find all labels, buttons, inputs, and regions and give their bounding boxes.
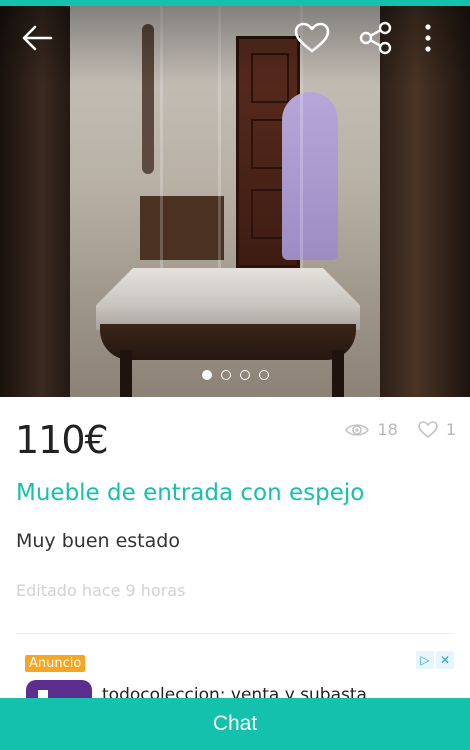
listing-description: Muy buen estado xyxy=(16,530,180,552)
eye-icon xyxy=(345,423,370,436)
heart-icon xyxy=(418,420,438,438)
chat-label: Chat xyxy=(212,712,258,735)
listing-price: 110€ xyxy=(15,418,109,462)
back-button[interactable] xyxy=(17,18,57,58)
photo-pager xyxy=(0,370,470,380)
ad-badge: Anuncio xyxy=(25,655,86,672)
share-icon xyxy=(359,21,392,55)
pager-dot[interactable] xyxy=(201,370,212,380)
chat-button[interactable]: Chat xyxy=(0,698,470,750)
adchoices-icon[interactable]: ▷ xyxy=(416,651,434,669)
likes-count: 1 xyxy=(445,420,456,439)
heart-outline-icon xyxy=(294,22,330,53)
views-count: 18 xyxy=(377,420,398,439)
section-divider xyxy=(16,633,454,634)
photo-toolbar xyxy=(0,6,470,86)
views-stat: 18 xyxy=(345,420,398,439)
listing-title: Mueble de entrada con espejo xyxy=(16,480,365,506)
ad-logo xyxy=(26,680,92,700)
arrow-left-icon xyxy=(22,25,53,51)
listing-stats: 18 1 xyxy=(345,420,456,439)
close-icon[interactable]: ✕ xyxy=(436,651,454,669)
adchoices[interactable]: ▷ ✕ xyxy=(416,651,454,669)
more-options-button[interactable] xyxy=(408,18,448,58)
more-vertical-icon xyxy=(425,24,431,52)
edited-timestamp: Editado hace 9 horas xyxy=(16,581,186,600)
ad-banner[interactable]: Anuncio ▷ ✕ todocoleccion: venta y subas… xyxy=(16,648,454,700)
pager-dot[interactable] xyxy=(239,370,250,380)
favorite-button[interactable] xyxy=(292,18,332,58)
pager-dot[interactable] xyxy=(258,370,269,380)
likes-stat: 1 xyxy=(418,420,456,439)
pager-dot[interactable] xyxy=(220,370,231,380)
share-button[interactable] xyxy=(356,18,396,58)
